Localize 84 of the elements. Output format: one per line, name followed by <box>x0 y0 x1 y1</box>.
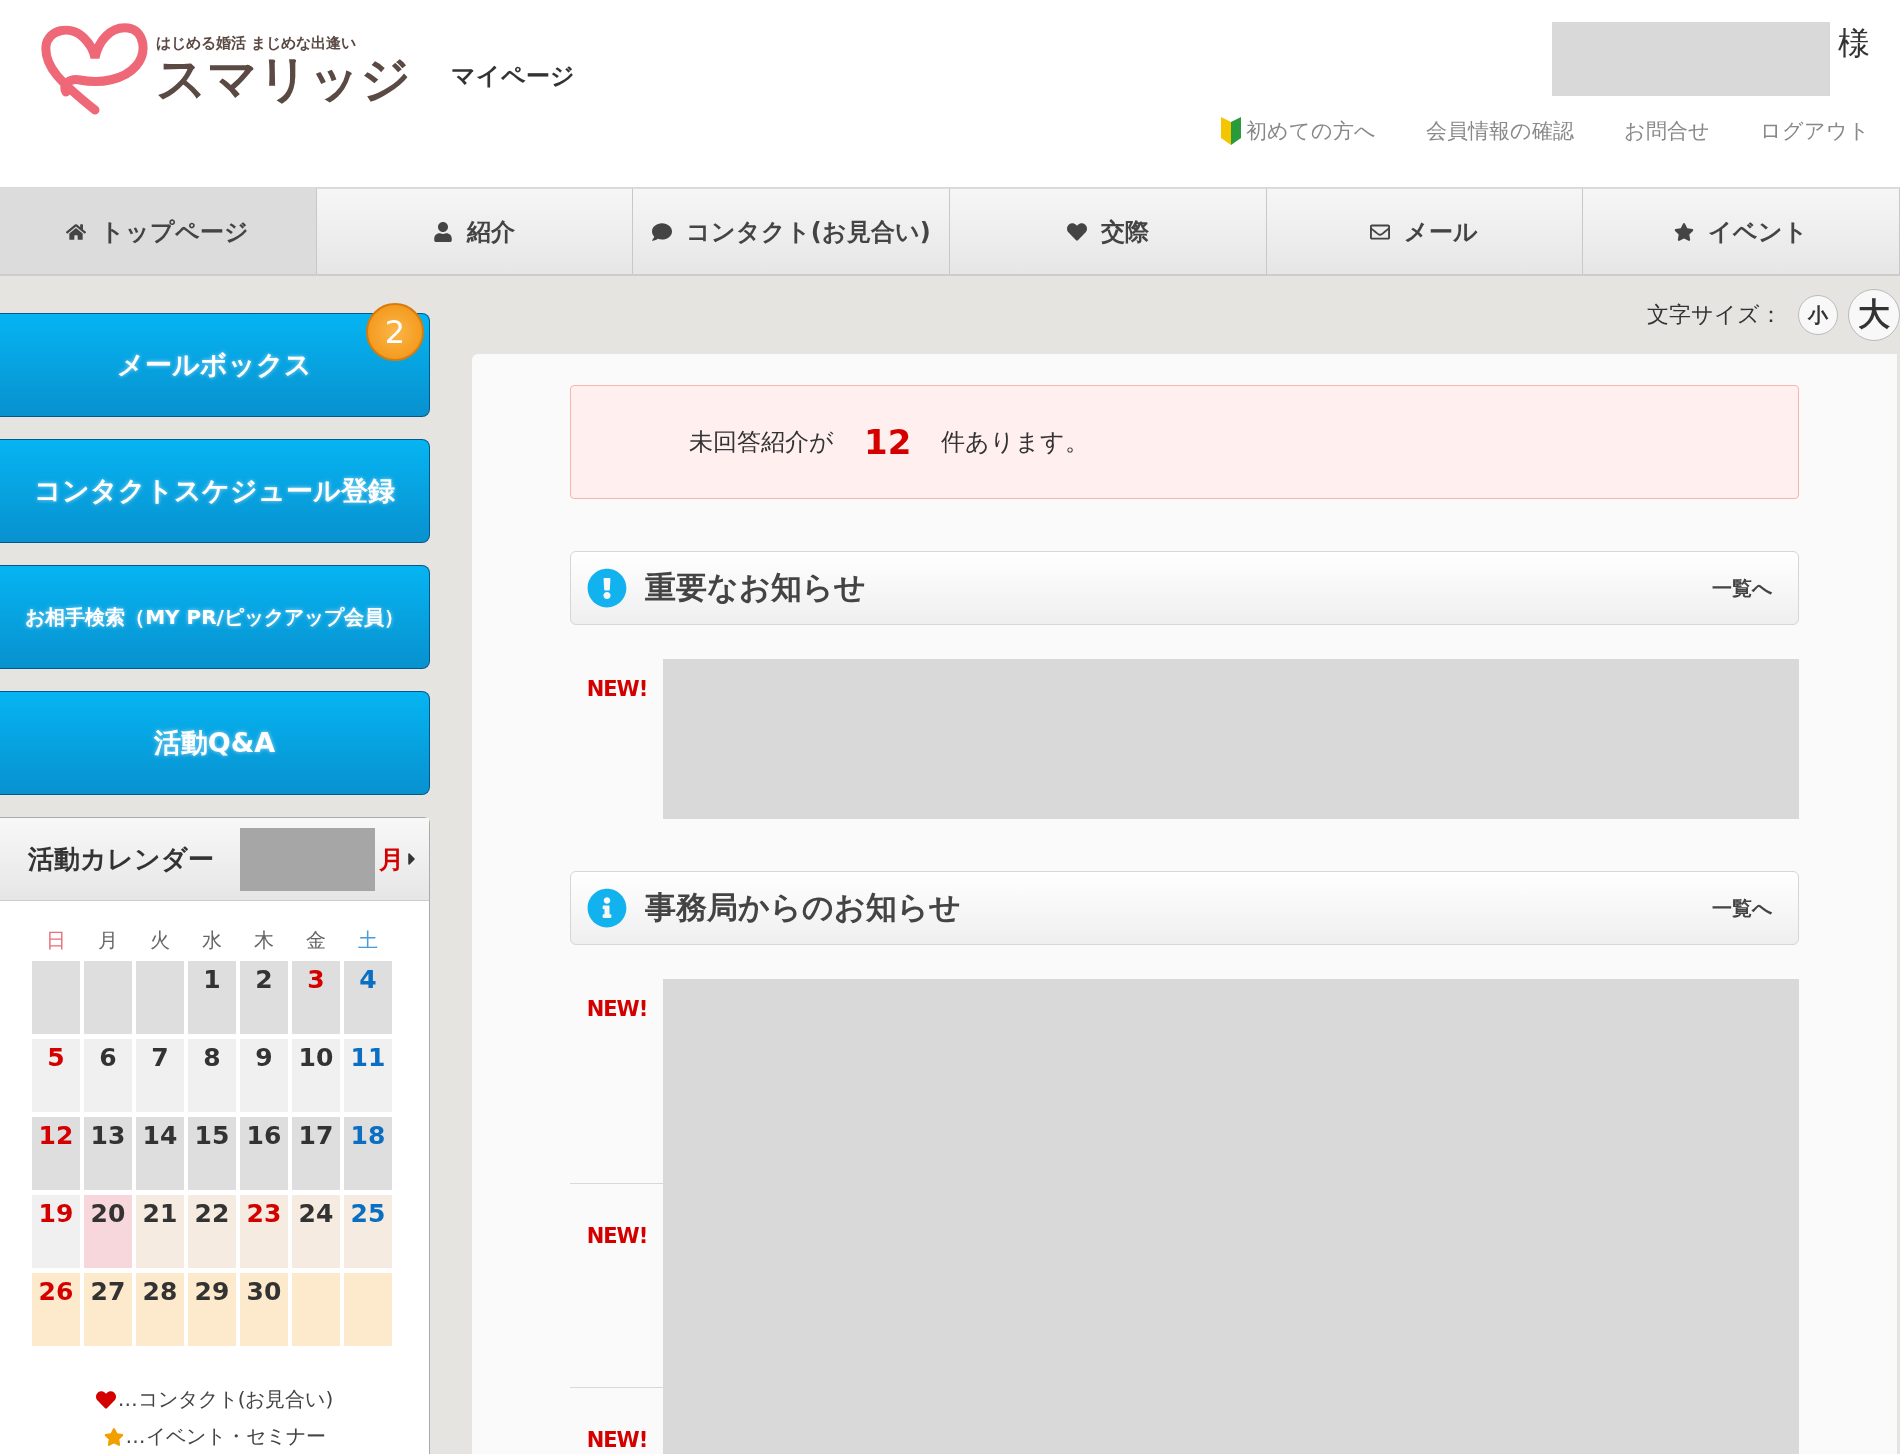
calendar-day[interactable]: 16 <box>240 1117 288 1190</box>
calendar-day[interactable]: 8 <box>188 1039 236 1112</box>
calendar-day[interactable]: 5 <box>32 1039 80 1112</box>
calendar-day[interactable]: 23 <box>240 1195 288 1268</box>
alert-text: 件あります。 <box>941 427 1090 458</box>
calendar-day[interactable]: 29 <box>188 1273 236 1346</box>
section-title: 事務局からのお知らせ <box>645 888 962 927</box>
calendar-day[interactable]: 9 <box>240 1039 288 1112</box>
calendar-day[interactable]: 12 <box>32 1117 80 1190</box>
alert-count: 12 <box>864 422 912 462</box>
calendar-day[interactable]: 17 <box>292 1117 340 1190</box>
calendar-day[interactable]: 20 <box>84 1195 132 1268</box>
calendar-day[interactable]: 26 <box>32 1273 80 1346</box>
nav-tab[interactable]: 紹介 <box>316 188 634 274</box>
legend-item: …コンタクト(お見合い) <box>95 1386 334 1413</box>
logo-wordmark: スマリッジ <box>156 53 411 106</box>
star-icon <box>1674 221 1695 242</box>
calendar-day[interactable]: 13 <box>84 1117 132 1190</box>
header-link[interactable]: お問合せ <box>1624 116 1710 146</box>
heart-icon <box>95 1389 116 1410</box>
weekday-label: 木 <box>253 927 275 954</box>
nav-tab[interactable]: イベント <box>1583 188 1900 274</box>
star-icon <box>103 1426 124 1447</box>
view-all-link[interactable]: 一覧へ <box>1712 574 1772 602</box>
weekday-label: 月 <box>97 927 119 954</box>
exclamation-icon <box>587 568 627 608</box>
nav-tab[interactable]: トップページ <box>0 188 317 274</box>
font-size-option[interactable]: 小 <box>1798 295 1838 335</box>
font-size-label: 文字サイズ： <box>1647 301 1782 329</box>
header-link[interactable]: 初めての方へ <box>1220 116 1376 146</box>
month-label: 月 <box>379 843 404 876</box>
calendar-day[interactable]: 25 <box>344 1195 392 1268</box>
nav-tab[interactable]: コンタクト(お見合い) <box>633 188 950 274</box>
weekday-label: 日 <box>45 927 67 954</box>
calendar-day[interactable] <box>344 1273 392 1346</box>
calendar-day[interactable]: 3 <box>292 961 340 1034</box>
weekday-label: 火 <box>149 927 171 954</box>
user-icon <box>433 221 454 242</box>
calendar-day[interactable]: 28 <box>136 1273 184 1346</box>
calendar-day[interactable] <box>292 1273 340 1346</box>
page-title: マイページ <box>451 61 575 92</box>
weekday-label: 金 <box>305 927 327 954</box>
heart-icon <box>1066 221 1087 242</box>
new-tag: NEW! <box>586 1224 648 1248</box>
new-tag: NEW! <box>586 677 648 701</box>
calendar-day[interactable]: 7 <box>136 1039 184 1112</box>
header-link[interactable]: 会員情報の確認 <box>1426 116 1574 146</box>
view-all-link[interactable]: 一覧へ <box>1712 894 1772 922</box>
new-tag: NEW! <box>586 1428 648 1452</box>
calendar-day[interactable]: 27 <box>84 1273 132 1346</box>
calendar-day[interactable]: 21 <box>136 1195 184 1268</box>
honorific-text: 様 <box>1838 23 1870 64</box>
nav-tab[interactable]: 交際 <box>950 188 1267 274</box>
calendar-day[interactable]: 24 <box>292 1195 340 1268</box>
calendar-day[interactable]: 18 <box>344 1117 392 1190</box>
info-icon <box>587 888 627 928</box>
beginner-mark-icon <box>1220 116 1242 146</box>
speech-bubble-icon <box>651 221 672 242</box>
calendar-day[interactable]: 30 <box>240 1273 288 1346</box>
calendar-title: 活動カレンダー <box>28 842 214 876</box>
weekday-label: 土 <box>357 927 379 954</box>
nav-tab[interactable]: メール <box>1266 188 1584 274</box>
calendar-day[interactable]: 10 <box>292 1039 340 1112</box>
calendar-day[interactable] <box>136 961 184 1034</box>
logo-tagline: はじめる婚活 まじめな出逢い <box>156 34 358 54</box>
new-tag: NEW! <box>586 997 648 1021</box>
calendar-day[interactable]: 19 <box>32 1195 80 1268</box>
font-size-option[interactable]: 大 <box>1848 289 1900 341</box>
weekday-label: 水 <box>201 927 223 954</box>
calendar-day[interactable] <box>84 961 132 1034</box>
calendar-day[interactable]: 14 <box>136 1117 184 1190</box>
calendar-day[interactable]: 11 <box>344 1039 392 1112</box>
calendar-day[interactable]: 6 <box>84 1039 132 1112</box>
alert-text: 未回答紹介が <box>689 427 834 458</box>
calendar-day[interactable]: 2 <box>240 961 288 1034</box>
calendar-day[interactable]: 1 <box>188 961 236 1034</box>
section-title: 重要なお知らせ <box>645 568 867 607</box>
legend-item: …イベント・セミナー <box>103 1423 326 1450</box>
calendar-day[interactable]: 15 <box>188 1117 236 1190</box>
header-link[interactable]: ログアウト <box>1760 116 1870 146</box>
calendar-day[interactable]: 4 <box>344 961 392 1034</box>
calendar-day[interactable] <box>32 961 80 1034</box>
home-icon <box>66 221 87 242</box>
calendar-day[interactable]: 22 <box>188 1195 236 1268</box>
